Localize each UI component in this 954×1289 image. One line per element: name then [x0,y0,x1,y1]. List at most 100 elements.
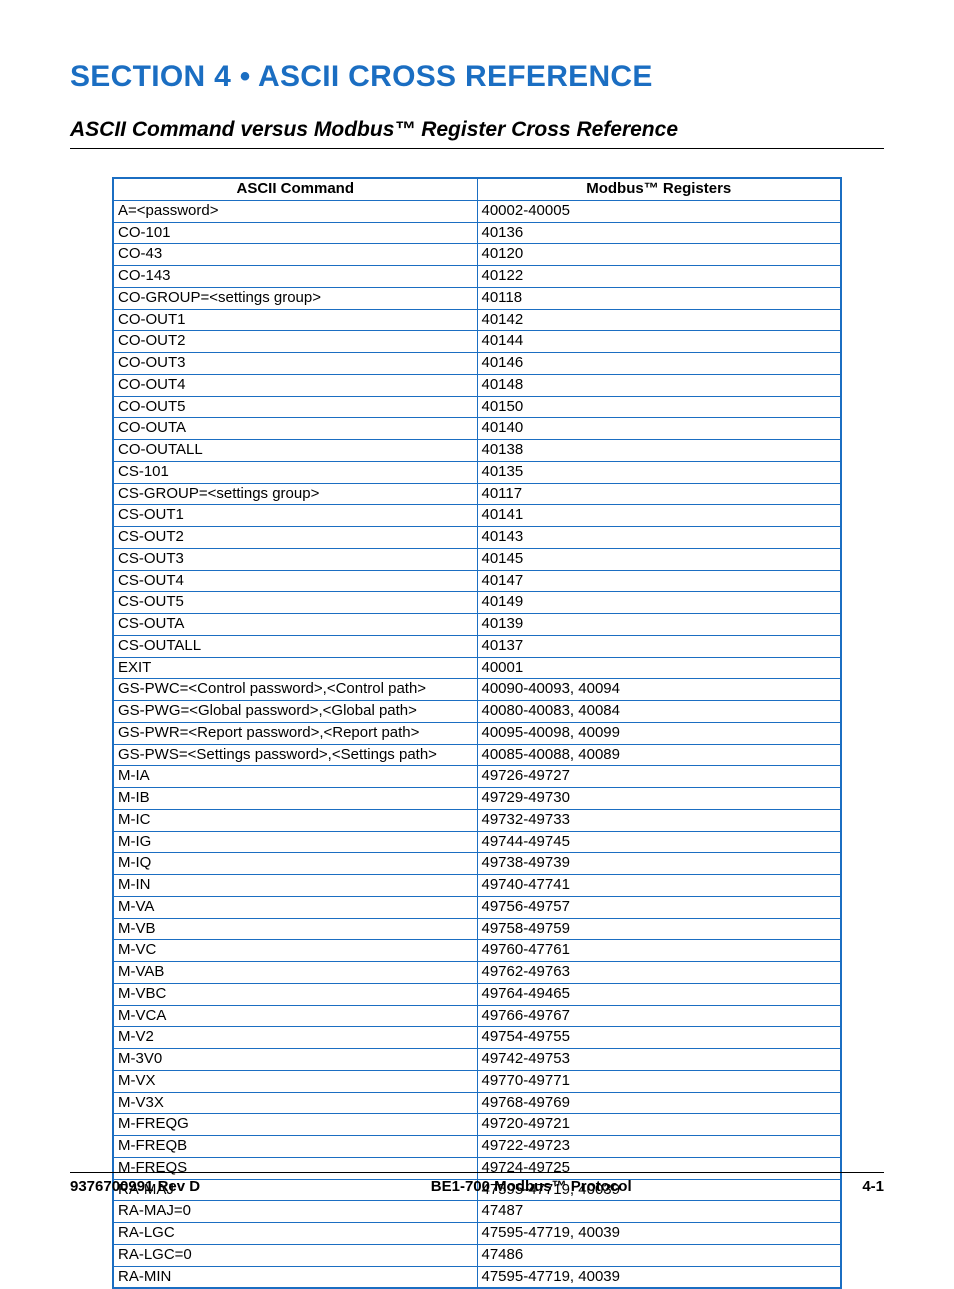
modbus-register-cell: 49744-49745 [477,831,841,853]
modbus-register-cell: 49770-49771 [477,1070,841,1092]
modbus-register-cell: 49762-49763 [477,962,841,984]
modbus-register-cell: 49764-49465 [477,983,841,1005]
modbus-register-cell: 40090-40093, 40094 [477,679,841,701]
table-row: M-IG49744-49745 [113,831,841,853]
modbus-register-cell: 40135 [477,461,841,483]
ascii-command-cell: CS-OUT2 [113,527,477,549]
table-row: RA-MAJ=047487 [113,1201,841,1223]
ascii-command-cell: GS-PWC=<Control password>,<Control path> [113,679,477,701]
table-row: M-IC49732-49733 [113,809,841,831]
ascii-command-cell: CO-OUT5 [113,396,477,418]
ascii-command-cell: GS-PWS=<Settings password>,<Settings pat… [113,744,477,766]
modbus-register-cell: 40137 [477,635,841,657]
modbus-register-cell: 49738-49739 [477,853,841,875]
modbus-register-cell: 40147 [477,570,841,592]
table-row: M-IB49729-49730 [113,788,841,810]
ascii-command-cell: CO-143 [113,266,477,288]
table-row: M-FREQG49720-49721 [113,1114,841,1136]
modbus-register-cell: 40138 [477,440,841,462]
modbus-register-cell: 49758-49759 [477,918,841,940]
modbus-register-cell: 49760-47761 [477,940,841,962]
ascii-command-cell: CO-OUT4 [113,374,477,396]
modbus-register-cell: 40118 [477,287,841,309]
modbus-register-cell: 40150 [477,396,841,418]
table-row: CS-GROUP=<settings group>40117 [113,483,841,505]
ascii-command-cell: M-VB [113,918,477,940]
ascii-command-cell: M-VAB [113,962,477,984]
modbus-register-cell: 49768-49769 [477,1092,841,1114]
table-row: GS-PWG=<Global password>,<Global path>40… [113,701,841,723]
ascii-command-cell: M-IC [113,809,477,831]
modbus-register-cell: 49742-49753 [477,1049,841,1071]
document-page: SECTION 4 • ASCII CROSS REFERENCE ASCII … [0,0,954,1235]
ascii-command-cell: CO-OUT2 [113,331,477,353]
table-row: A=<password>40002-40005 [113,200,841,222]
modbus-register-cell: 40142 [477,309,841,331]
table-row: GS-PWR=<Report password>,<Report path>40… [113,722,841,744]
ascii-command-cell: CS-GROUP=<settings group> [113,483,477,505]
footer-center: BE1-700 Modbus™ Protocol [431,1178,632,1195]
table-row: CO-OUT440148 [113,374,841,396]
ascii-command-cell: CO-OUT3 [113,353,477,375]
modbus-register-cell: 40139 [477,614,841,636]
ascii-command-cell: CO-101 [113,222,477,244]
footer-divider [70,1172,884,1173]
table-row: CS-OUT440147 [113,570,841,592]
ascii-command-cell: CS-OUTA [113,614,477,636]
ascii-command-cell: M-VA [113,896,477,918]
table-row: CS-OUT240143 [113,527,841,549]
ascii-command-cell: CS-101 [113,461,477,483]
table-row: EXIT40001 [113,657,841,679]
ascii-command-cell: M-3V0 [113,1049,477,1071]
modbus-register-cell: 49732-49733 [477,809,841,831]
page-footer: 9376700991 Rev D BE1-700 Modbus™ Protoco… [70,1178,884,1195]
table-row: CO-GROUP=<settings group>40118 [113,287,841,309]
ascii-command-cell: M-FREQG [113,1114,477,1136]
table-row: M-VX49770-49771 [113,1070,841,1092]
modbus-register-cell: 47595-47719, 40039 [477,1266,841,1288]
modbus-register-cell: 40085-40088, 40089 [477,744,841,766]
table-row: M-VAB49762-49763 [113,962,841,984]
modbus-register-cell: 47486 [477,1244,841,1266]
modbus-register-cell: 49740-47741 [477,875,841,897]
modbus-register-cell: 40146 [477,353,841,375]
modbus-register-cell: 40080-40083, 40084 [477,701,841,723]
ascii-command-cell: M-VCA [113,1005,477,1027]
table-row: M-VC49760-47761 [113,940,841,962]
ascii-command-cell: M-IG [113,831,477,853]
table-row: M-FREQS49724-49725 [113,1157,841,1179]
ascii-command-cell: RA-LGC [113,1223,477,1245]
table-row: CO-10140136 [113,222,841,244]
table-row: CO-OUTA40140 [113,418,841,440]
ascii-command-cell: M-FREQB [113,1136,477,1158]
modbus-register-cell: 40143 [477,527,841,549]
table-row: CS-OUT140141 [113,505,841,527]
modbus-register-cell: 49722-49723 [477,1136,841,1158]
modbus-register-cell: 40095-40098, 40099 [477,722,841,744]
modbus-register-cell: 40149 [477,592,841,614]
table-row: CS-OUT540149 [113,592,841,614]
ascii-command-cell: M-VC [113,940,477,962]
table-row: CO-OUT540150 [113,396,841,418]
ascii-command-cell: A=<password> [113,200,477,222]
table-row: M-IA49726-49727 [113,766,841,788]
modbus-register-cell: 47595-47719, 40039 [477,1223,841,1245]
table-body: A=<password>40002-40005CO-10140136CO-434… [113,200,841,1288]
table-row: CS-10140135 [113,461,841,483]
modbus-register-cell: 40140 [477,418,841,440]
table-row: M-VB49758-49759 [113,918,841,940]
ascii-command-cell: M-IQ [113,853,477,875]
table-row: RA-LGC=047486 [113,1244,841,1266]
table-row: RA-LGC47595-47719, 40039 [113,1223,841,1245]
modbus-register-cell: 49726-49727 [477,766,841,788]
subtitle-divider [70,148,884,149]
ascii-command-cell: GS-PWG=<Global password>,<Global path> [113,701,477,723]
table-row: M-V3X49768-49769 [113,1092,841,1114]
ascii-command-cell: CO-OUTA [113,418,477,440]
modbus-register-cell: 40122 [477,266,841,288]
ascii-command-cell: CS-OUT5 [113,592,477,614]
table-row: GS-PWS=<Settings password>,<Settings pat… [113,744,841,766]
ascii-command-cell: CO-OUTALL [113,440,477,462]
ascii-command-cell: CS-OUT3 [113,548,477,570]
modbus-register-cell: 49720-49721 [477,1114,841,1136]
